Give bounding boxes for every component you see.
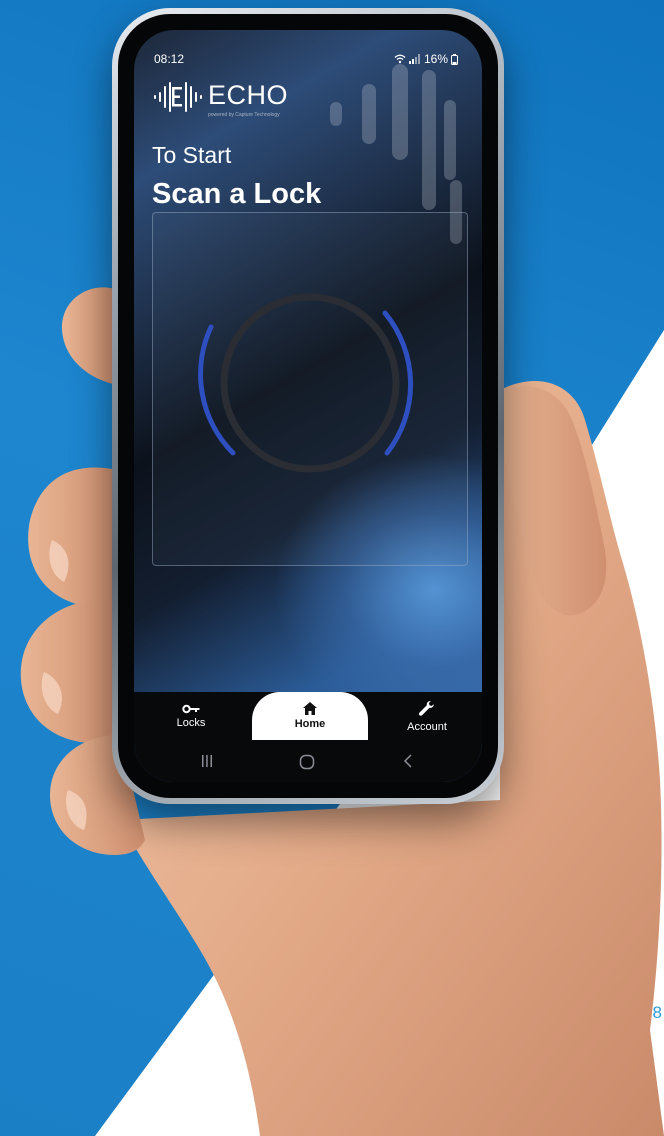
recents-icon[interactable] [200, 754, 214, 768]
system-navigation-bar [134, 740, 482, 782]
home-icon [303, 702, 317, 715]
tab-locks[interactable]: Locks [146, 692, 236, 740]
battery-icon [451, 53, 458, 65]
scan-area[interactable] [152, 212, 468, 566]
wifi-icon [394, 54, 406, 64]
wrench-icon [418, 700, 434, 716]
scan-ring [220, 293, 400, 473]
tab-account[interactable]: Account [382, 692, 472, 740]
screen-title: Scan a Lock [152, 178, 322, 210]
battery-percent: 16% [423, 52, 448, 66]
screen-subtitle: To Start [152, 142, 232, 168]
echo-logo: ECHO powered by Capture Technology [152, 78, 288, 118]
echo-waveform-icon [154, 82, 202, 112]
status-time: 08:12 [154, 52, 185, 66]
back-chevron-icon[interactable] [402, 754, 414, 768]
scan-ring-graphic [198, 293, 414, 473]
tab-label-home: Home [294, 718, 326, 730]
bottom-tab-bar: Locks Home Account [134, 692, 482, 740]
logo-tagline: powered by Capture Technology [208, 112, 280, 118]
status-bar: 08:12 16% [154, 52, 458, 70]
home-circle-icon[interactable] [299, 754, 315, 770]
phone-bezel: 08:12 16% ECHO powered by Capture Techno… [118, 14, 498, 798]
tab-label-locks: Locks [176, 716, 206, 729]
key-icon [182, 704, 200, 713]
signal-icon [408, 54, 420, 64]
tab-label-account: Account [407, 720, 447, 733]
app-screen: 08:12 16% ECHO powered by Capture Techno… [134, 30, 482, 782]
status-indicators: 16% [394, 52, 458, 66]
phone-frame: 08:12 16% ECHO powered by Capture Techno… [112, 8, 504, 804]
scan-arc-left [198, 324, 236, 456]
tab-home[interactable]: Home [252, 692, 368, 740]
logo-wordmark: ECHO [208, 80, 289, 110]
